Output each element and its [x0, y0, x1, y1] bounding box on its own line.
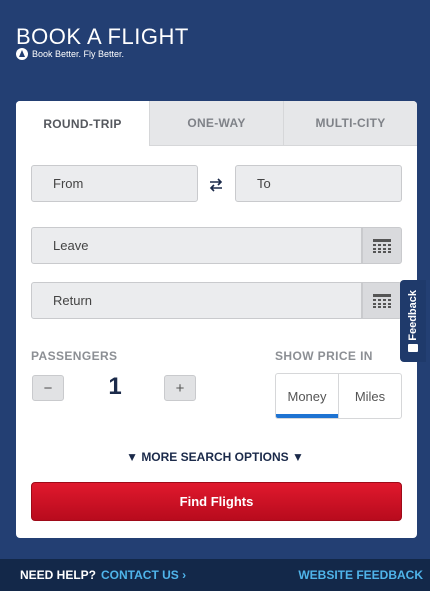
passengers-increment-button[interactable]: + — [164, 375, 196, 401]
page-title: BOOK A FLIGHT — [16, 24, 189, 49]
from-placeholder: From — [53, 176, 84, 191]
return-date-input[interactable]: Return — [31, 282, 362, 319]
price-currency-toggle: Money Miles — [275, 373, 402, 419]
find-flights-button[interactable]: Find Flights — [31, 482, 402, 521]
from-input[interactable]: From — [31, 165, 198, 202]
tagline: Book Better. Fly Better. — [16, 48, 124, 60]
swap-airports-icon[interactable] — [206, 176, 226, 194]
tab-round-trip[interactable]: ROUND-TRIP — [16, 101, 149, 146]
price-option-miles[interactable]: Miles — [338, 374, 401, 418]
contact-us-label: CONTACT US — [101, 568, 179, 582]
caret-down-icon: ▼ — [292, 450, 304, 464]
return-calendar-icon[interactable] — [362, 282, 402, 319]
leave-calendar-icon[interactable] — [362, 227, 402, 264]
to-placeholder: To — [257, 176, 271, 191]
show-price-label: SHOW PRICE IN — [275, 349, 373, 363]
feedback-tab[interactable]: Feedback — [400, 280, 426, 362]
caret-down-icon: ▼ — [126, 450, 138, 464]
leave-placeholder: Leave — [53, 238, 89, 253]
more-options-label: MORE SEARCH OPTIONS — [141, 450, 289, 464]
trip-type-tabs: ROUND-TRIP ONE-WAY MULTI-CITY — [16, 101, 417, 146]
more-search-options-link[interactable]: ▼ MORE SEARCH OPTIONS ▼ — [0, 450, 430, 464]
need-help-label: NEED HELP? — [20, 568, 97, 582]
tagline-text: Book Better. Fly Better. — [32, 49, 125, 59]
passengers-decrement-button[interactable]: − — [32, 375, 64, 401]
return-placeholder: Return — [53, 293, 93, 308]
price-option-money[interactable]: Money — [276, 374, 338, 418]
chevron-right-icon: › — [182, 568, 187, 582]
tab-one-way[interactable]: ONE-WAY — [149, 101, 283, 146]
website-feedback-link[interactable]: WEBSITE FEEDBACK — [298, 568, 423, 582]
to-input[interactable]: To — [235, 165, 402, 202]
tab-multi-city[interactable]: MULTI-CITY — [283, 101, 417, 146]
passengers-count: 1 — [108, 373, 122, 400]
feedback-tab-label: Feedback — [407, 289, 419, 341]
passengers-label: PASSENGERS — [31, 349, 118, 363]
brand-logo-icon — [16, 48, 28, 60]
contact-us-link[interactable]: CONTACT US › — [101, 568, 186, 582]
leave-date-input[interactable]: Leave — [31, 227, 362, 264]
footer: NEED HELP? CONTACT US › WEBSITE FEEDBACK — [0, 559, 430, 591]
feedback-icon — [408, 344, 418, 353]
